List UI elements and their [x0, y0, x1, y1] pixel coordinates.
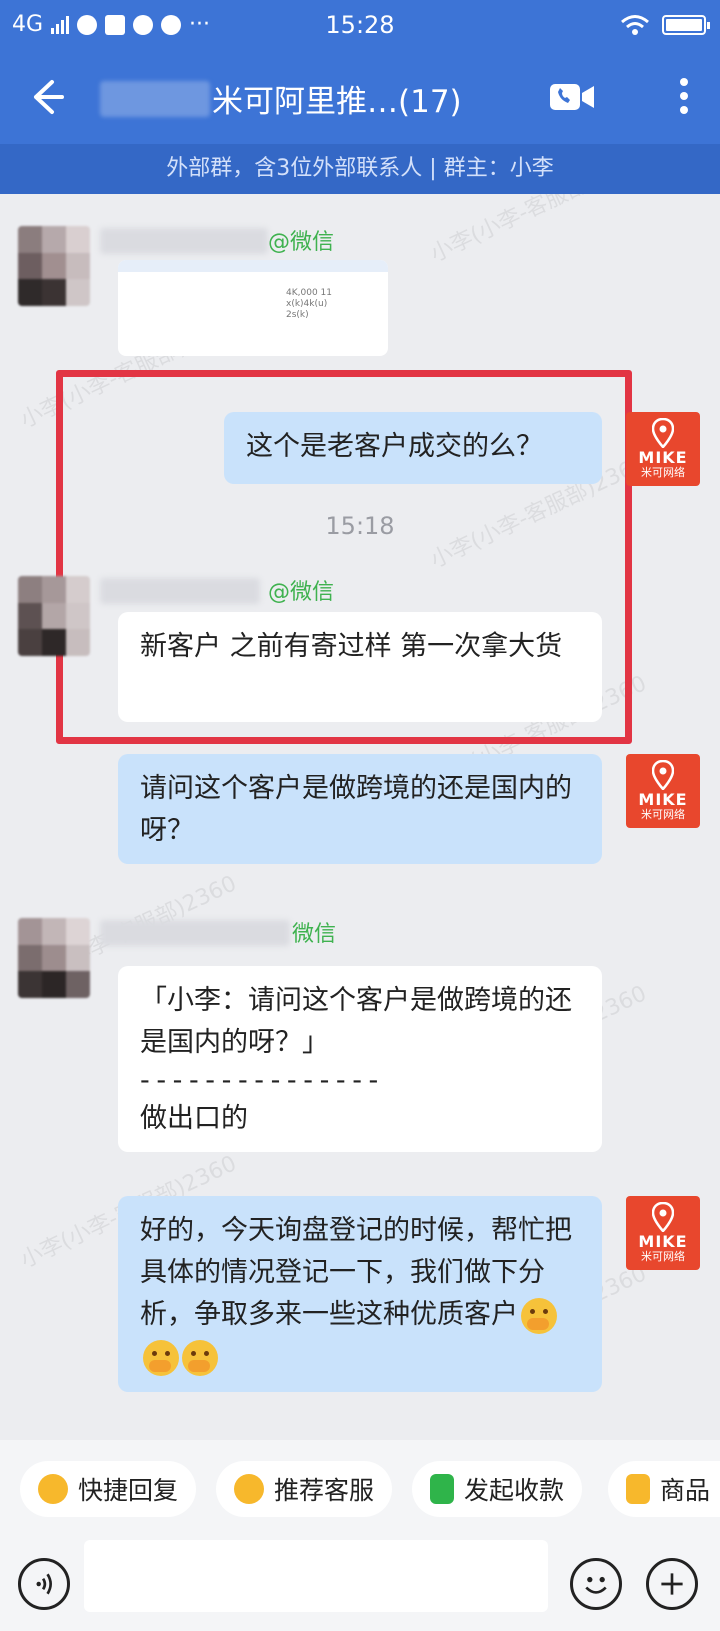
outgoing-message[interactable]: 这个是老客户成交的么？ [224, 412, 602, 484]
agent-avatar[interactable]: MIKE 米可网络 [626, 1196, 700, 1270]
video-call-button[interactable] [548, 78, 598, 116]
chat-header: 米可阿里推…(17) [0, 50, 720, 144]
agent-avatar[interactable]: MIKE 米可网络 [626, 754, 700, 828]
recommend-service-label: 推荐客服 [274, 1476, 375, 1505]
blurred-sender-name [100, 228, 268, 254]
agent-brand-sub: 米可网络 [641, 1250, 685, 1263]
location-pin-icon [652, 418, 674, 448]
recommend-service-icon [234, 1474, 264, 1504]
incoming-message[interactable]: 「小李：请问这个客户是做跨境的还是国内的呀？」 - - - - - - - - … [118, 966, 602, 1152]
recommend-service-button[interactable]: 推荐客服 [216, 1461, 393, 1517]
status-right [620, 14, 710, 36]
sender-source: @微信 [268, 580, 335, 605]
product-button[interactable]: 商品 [608, 1461, 720, 1517]
location-pin-icon [652, 1202, 674, 1232]
payment-button[interactable]: 发起收款 [412, 1461, 583, 1517]
shush-face-emoji-icon [143, 1339, 179, 1376]
payment-icon [430, 1474, 454, 1504]
wifi-icon [621, 15, 649, 35]
more-options-button[interactable] [672, 76, 696, 116]
status-bar: 4G ··· 15:28 [0, 0, 720, 50]
agent-brand: MIKE [638, 790, 688, 809]
plus-button[interactable] [646, 1558, 698, 1610]
status-time: 15:28 [325, 11, 395, 39]
image-text-line: x(k)4k(u) [286, 299, 328, 309]
image-text-line: 4K,000 11 [286, 288, 332, 298]
contact-avatar[interactable] [18, 918, 90, 998]
watermark: 小李(小李-客服部)2360 [426, 194, 651, 268]
agent-avatar[interactable]: MIKE 米可网络 [626, 412, 700, 486]
shush-face-emoji-icon [521, 1297, 557, 1334]
image-text-line: 2s(k) [286, 310, 309, 320]
battery-icon [662, 15, 710, 35]
voice-input-button[interactable] [18, 1558, 70, 1610]
agent-brand: MIKE [638, 448, 688, 467]
back-button[interactable] [22, 74, 68, 120]
agent-brand-sub: 米可网络 [641, 466, 685, 479]
outgoing-message[interactable]: 好的，今天询盘登记的时候，帮忙把具体的情况登记一下，我们做下分析，争取多来一些这… [118, 1196, 602, 1392]
agent-brand-sub: 米可网络 [641, 808, 685, 821]
image-message[interactable]: 4K,000 11 x(k)4k(u) 2s(k) [118, 260, 388, 356]
quick-reply-button[interactable]: 快捷回复 [20, 1461, 197, 1517]
payment-label: 发起收款 [464, 1476, 565, 1505]
input-bar [0, 1540, 720, 1631]
contact-avatar[interactable] [18, 226, 90, 306]
sender-source: @微信 [268, 230, 335, 255]
agent-brand: MIKE [638, 1232, 688, 1251]
blurred-sender-name [100, 578, 260, 604]
sender-source: 微信 [292, 922, 337, 947]
location-pin-icon [652, 760, 674, 790]
reply-text: 做出口的 [140, 1103, 248, 1134]
quick-actions-bar: 快捷回复 推荐客服 发起收款 商品 [0, 1440, 720, 1540]
message-input[interactable] [84, 1540, 548, 1612]
shush-face-emoji-icon [182, 1339, 218, 1376]
incoming-message[interactable]: 新客户 之前有寄过样 第一次拿大货 [118, 612, 602, 722]
chat-area[interactable]: 小李(小李-客服部)2360 小李(小李-客服部)2360 小李(小李-客服部)… [0, 194, 720, 1440]
quick-reply-label: 快捷回复 [78, 1476, 179, 1505]
chat-title-text: 米可阿里推…(17) [212, 84, 462, 120]
quick-reply-icon [38, 1474, 68, 1504]
product-label: 商品 [660, 1476, 711, 1505]
group-info-bar[interactable]: 外部群，含3位外部联系人 | 群主：小李 [0, 144, 720, 194]
message-timestamp: 15:18 [325, 512, 395, 540]
chat-title: 米可阿里推…(17) [100, 76, 462, 121]
contact-avatar[interactable] [18, 576, 90, 656]
quote-divider: - - - - - - - - - - - - - - - [140, 1065, 378, 1096]
outgoing-message[interactable]: 请问这个客户是做跨境的还是国内的呀？ [118, 754, 602, 864]
emoji-button[interactable] [570, 1558, 622, 1610]
message-text: 好的，今天询盘登记的时候，帮忙把具体的情况登记一下，我们做下分析，争取多来一些这… [140, 1215, 572, 1330]
blurred-sender-name [100, 920, 290, 946]
blurred-group-name [100, 80, 210, 117]
quoted-message: 「小李：请问这个客户是做跨境的还是国内的呀？」 [140, 985, 572, 1058]
product-icon [626, 1474, 650, 1504]
